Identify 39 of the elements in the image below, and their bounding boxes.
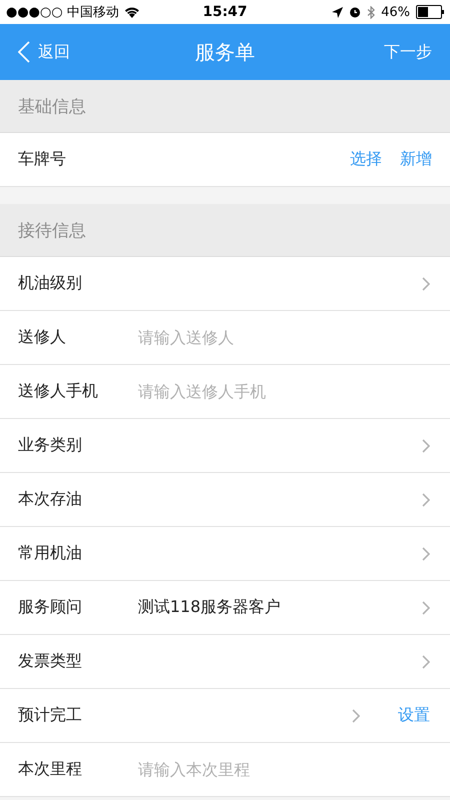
action-link[interactable]: 新增: [400, 149, 432, 170]
field-label: 车牌号: [18, 149, 67, 170]
chevron-right-icon[interactable]: [352, 708, 360, 722]
page-title: 服务单: [195, 38, 255, 66]
status-time: 15:47: [202, 4, 248, 20]
field-label: 服务顾问: [18, 597, 83, 618]
field-label: 机油级别: [18, 273, 83, 294]
chevron-right-icon[interactable]: [422, 600, 430, 614]
wifi-icon: [124, 6, 140, 18]
chevron-right-icon[interactable]: [422, 492, 430, 506]
chevron-right-icon[interactable]: [422, 276, 430, 290]
field-value: 测试118服务器客户: [138, 597, 281, 618]
chevron-right-icon[interactable]: [422, 654, 430, 668]
section-title: 基础信息: [18, 96, 86, 118]
set-link[interactable]: 设置: [398, 705, 430, 726]
field-label: 常用机油: [18, 543, 83, 564]
back-button[interactable]: 返回: [18, 41, 70, 63]
input-field[interactable]: 请输入送修人: [138, 328, 432, 347]
field-label: 业务类别: [18, 435, 83, 456]
bluetooth-icon: [367, 6, 376, 18]
field-label: 送修人手机: [18, 381, 99, 402]
alarm-clock-icon: [349, 6, 362, 18]
field-label: 本次里程: [18, 759, 83, 780]
input-field[interactable]: 请输入本次里程: [138, 760, 432, 779]
location-icon: [332, 6, 344, 18]
carrier-name: ●●●○○ 中国移动: [6, 4, 119, 21]
battery-percent: 46%: [381, 4, 410, 20]
battery-icon: [416, 5, 444, 19]
chevron-right-icon[interactable]: [422, 438, 430, 452]
section-title: 接待信息: [18, 220, 86, 242]
input-field[interactable]: 请输入送修人手机: [138, 382, 432, 401]
field-label: 预计完工: [18, 705, 83, 726]
chevron-right-icon[interactable]: [422, 546, 430, 560]
next-step-button[interactable]: 下一步: [384, 42, 432, 62]
field-label: 发票类型: [18, 651, 83, 672]
field-label: 送修人: [18, 327, 67, 348]
action-link[interactable]: 选择: [350, 149, 382, 170]
field-label: 本次存油: [18, 489, 83, 510]
back-chevron-icon[interactable]: [18, 41, 30, 63]
